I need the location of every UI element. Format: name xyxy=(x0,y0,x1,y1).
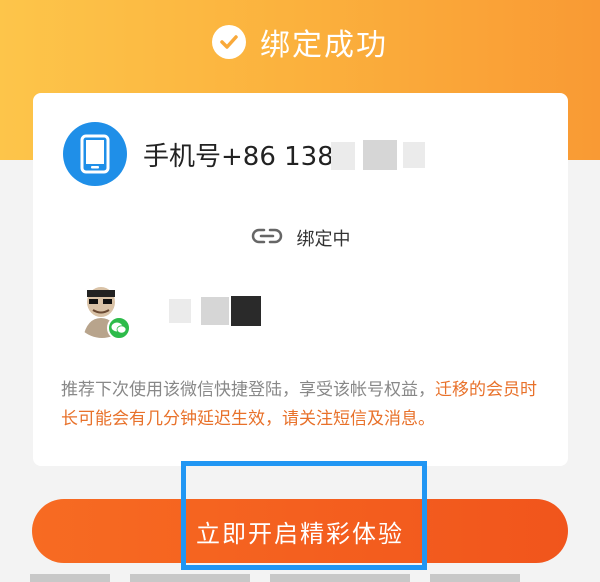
smartphone-icon xyxy=(63,122,127,186)
link-status: 绑定中 xyxy=(33,223,568,253)
link-status-text: 绑定中 xyxy=(296,229,351,250)
phone-account-row: 手机号+86 138 xyxy=(63,122,543,192)
phone-number-label: 手机号+86 138 xyxy=(143,142,334,172)
bottom-cutoff-text xyxy=(0,574,600,582)
binding-notice: 推荐下次使用该微信快捷登陆，享受该帐号权益，迁移的会员时长可能会有几分钟延迟生效… xyxy=(61,376,541,434)
wechat-icon xyxy=(107,316,131,340)
redacted-nickname xyxy=(201,297,229,325)
redacted-phone-digits xyxy=(363,140,397,170)
redacted-phone-digits xyxy=(403,142,425,168)
wechat-account-row xyxy=(73,280,533,350)
page-title: 绑定成功 xyxy=(260,28,388,63)
start-experience-button[interactable]: 立即开启精彩体验 xyxy=(32,499,568,563)
link-icon xyxy=(251,226,283,250)
redacted-phone-digits xyxy=(331,142,355,170)
binding-card: 手机号+86 138 绑定中 推荐下次使用该微信快捷登陆，享受该帐号权益，迁移的… xyxy=(33,93,568,466)
notice-text: 推荐下次使用该微信快捷登陆，享受该帐号权益， xyxy=(61,380,435,400)
redacted-nickname xyxy=(231,296,261,326)
page-title-row: 绑定成功 xyxy=(0,14,600,70)
check-circle-icon xyxy=(212,25,246,59)
redacted-nickname xyxy=(169,299,191,323)
